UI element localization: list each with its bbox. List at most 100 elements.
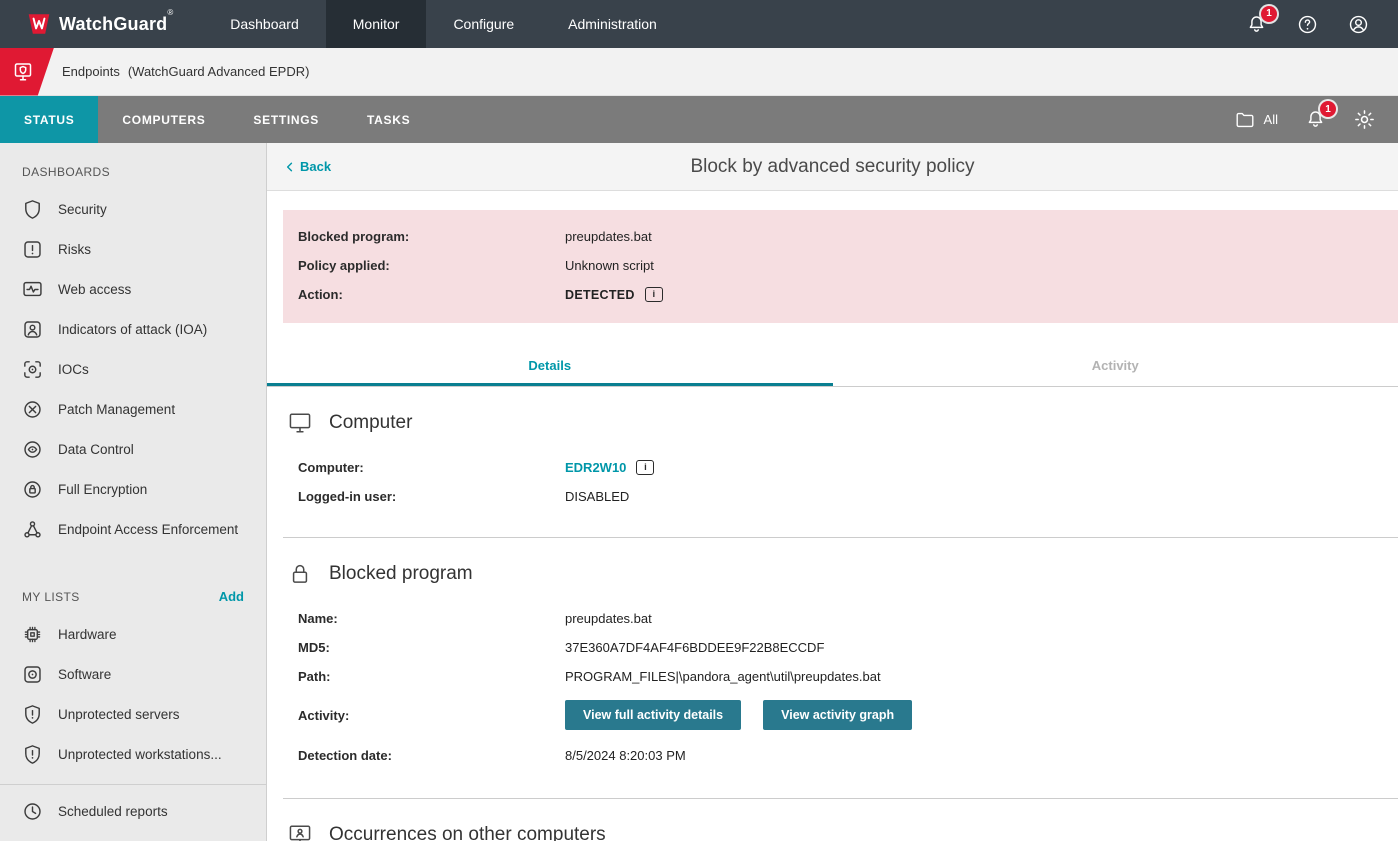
sidebar-item-label: Endpoint Access Enforcement <box>58 522 238 537</box>
field-value: 8/5/2024 8:20:03 PM <box>565 748 1398 763</box>
field-value: preupdates.bat <box>565 611 1398 626</box>
field-label: MD5: <box>298 640 565 655</box>
occurrences-section-header: Occurrences on other computers <box>283 821 1398 841</box>
sidebar-item-scheduled-reports[interactable]: Scheduled reports <box>0 791 266 831</box>
info-icon[interactable]: i <box>645 287 663 302</box>
field-value: PROGRAM_FILES|\pandora_agent\util\preupd… <box>565 669 1398 684</box>
endpoints-product-icon <box>0 48 54 96</box>
sidebar-item-label: Full Encryption <box>58 482 147 497</box>
ioa-person-icon <box>21 318 44 341</box>
risk-alert-icon <box>21 238 44 261</box>
web-access-pulse-icon <box>21 278 44 301</box>
sidebar-item-risks[interactable]: Risks <box>0 229 266 269</box>
sidebar-item-label: Risks <box>58 242 91 257</box>
sidebar-item-label: Unprotected workstations... <box>58 747 222 762</box>
group-filter-label: All <box>1264 112 1278 127</box>
view-activity-graph-button[interactable]: View activity graph <box>763 700 912 730</box>
computer-section-header: Computer <box>283 409 1398 437</box>
computer-section: Computer Computer: EDR2W10 i Logged-in u… <box>283 387 1398 538</box>
monitor-icon <box>286 409 314 437</box>
watchguard-logo[interactable]: WatchGuard® <box>0 0 203 48</box>
topnav-item-configure[interactable]: Configure <box>426 0 541 48</box>
tab-details[interactable]: Details <box>267 344 833 386</box>
unprotected-shield-icon <box>21 743 44 766</box>
ioc-target-icon <box>21 358 44 381</box>
blocked-program-section-header: Blocked program <box>283 560 1398 588</box>
watchguard-logo-icon <box>26 11 52 37</box>
subnav-tab-computers[interactable]: COMPUTERS <box>98 96 229 143</box>
logged-in-user-row: Logged-in user: DISABLED <box>283 482 1398 511</box>
clock-icon <box>21 800 44 823</box>
sidebar-item-security[interactable]: Security <box>0 189 266 229</box>
security-shield-icon <box>21 198 44 221</box>
unprotected-shield-icon <box>21 703 44 726</box>
sidebar-item-iocs[interactable]: IOCs <box>0 349 266 389</box>
page-title: Block by advanced security policy <box>267 156 1398 178</box>
sidebar-item-label: Unprotected servers <box>58 707 180 722</box>
topnav-item-administration[interactable]: Administration <box>541 0 684 48</box>
sidebar-item-endpoint-access-enforcement[interactable]: Endpoint Access Enforcement <box>0 509 266 549</box>
app-window: WatchGuard® Dashboard Monitor Configure … <box>0 0 1398 841</box>
group-filter-all-button[interactable]: All <box>1234 109 1278 131</box>
sidebar-item-unprotected-workstations[interactable]: Unprotected workstations... <box>0 734 266 774</box>
sidebar-item-label: Security <box>58 202 107 217</box>
back-button[interactable]: Back <box>283 159 331 174</box>
occurrences-section: Occurrences on other computers <box>283 799 1398 841</box>
info-icon[interactable]: i <box>636 460 654 475</box>
add-list-button[interactable]: Add <box>219 589 244 604</box>
md5-row: MD5: 37E360A7DF4AF4F6BDDEE9F22B8ECCDF <box>283 633 1398 662</box>
summary-value: preupdates.bat <box>565 229 1398 244</box>
account-button[interactable] <box>1347 13 1370 36</box>
sidebar-item-web-access[interactable]: Web access <box>0 269 266 309</box>
sidebar-item-data-control[interactable]: Data Control <box>0 429 266 469</box>
field-value: 37E360A7DF4AF4F6BDDEE9F22B8ECCDF <box>565 640 1398 655</box>
sidebar-item-full-encryption[interactable]: Full Encryption <box>0 469 266 509</box>
topnav-item-dashboard[interactable]: Dashboard <box>203 0 326 48</box>
notifications-bell-button[interactable]: 1 <box>1245 13 1268 36</box>
sidebar-item-label: Software <box>58 667 111 682</box>
summary-label: Blocked program: <box>298 229 565 244</box>
summary-label: Policy applied: <box>298 258 565 273</box>
data-control-eye-icon <box>21 438 44 461</box>
sidebar-item-unprotected-servers[interactable]: Unprotected servers <box>0 694 266 734</box>
field-value: DISABLED <box>565 489 1398 504</box>
detection-summary-panel: Blocked program: preupdates.bat Policy a… <box>283 210 1398 323</box>
status-sidebar: DASHBOARDS Security Risks Web access Ind… <box>0 143 267 841</box>
summary-row-action: Action: DETECTED i <box>283 280 1398 309</box>
settings-gear-button[interactable] <box>1353 108 1376 131</box>
sidebar-item-software[interactable]: Software <box>0 654 266 694</box>
view-full-activity-details-button[interactable]: View full activity details <box>565 700 741 730</box>
field-label: Activity: <box>298 708 565 723</box>
sidebar-item-label: IOCs <box>58 362 89 377</box>
section-title: Computer <box>329 412 412 434</box>
patch-icon <box>21 398 44 421</box>
sidebar-item-hardware[interactable]: Hardware <box>0 614 266 654</box>
breadcrumb-section[interactable]: Endpoints <box>62 64 120 79</box>
encryption-lock-icon <box>21 478 44 501</box>
topnav-menu: Dashboard Monitor Configure Administrati… <box>203 0 684 48</box>
folder-icon <box>1234 109 1256 131</box>
tab-activity[interactable]: Activity <box>833 344 1398 386</box>
blocked-program-section: Blocked program Name: preupdates.bat MD5… <box>283 538 1398 799</box>
field-label: Computer: <box>298 460 565 475</box>
field-label: Detection date: <box>298 748 565 763</box>
topnav-actions: 1 <box>1245 0 1398 48</box>
endpoint-sub-navigation: STATUS COMPUTERS SETTINGS TASKS All 1 <box>0 96 1398 143</box>
topnav-item-monitor[interactable]: Monitor <box>326 0 427 48</box>
sidebar-item-ioa[interactable]: Indicators of attack (IOA) <box>0 309 266 349</box>
sidebar-item-patch-management[interactable]: Patch Management <box>0 389 266 429</box>
field-label: Path: <box>298 669 565 684</box>
subnav-tab-tasks[interactable]: TASKS <box>343 96 434 143</box>
sidebar-item-label: Patch Management <box>58 402 175 417</box>
subnav-notifications-bell-button[interactable]: 1 <box>1304 108 1327 131</box>
computer-row: Computer: EDR2W10 i <box>283 453 1398 482</box>
path-row: Path: PROGRAM_FILES|\pandora_agent\util\… <box>283 662 1398 691</box>
computer-name-link[interactable]: EDR2W10 <box>565 460 626 475</box>
subnav-tab-status[interactable]: STATUS <box>0 96 98 143</box>
network-nodes-icon <box>21 518 44 541</box>
help-button[interactable] <box>1296 13 1319 36</box>
sidebar-footer: Scheduled reports <box>0 784 266 841</box>
subnav-tab-settings[interactable]: SETTINGS <box>229 96 343 143</box>
subnav-actions: All 1 <box>1234 96 1398 143</box>
summary-value: Unknown script <box>565 258 1398 273</box>
